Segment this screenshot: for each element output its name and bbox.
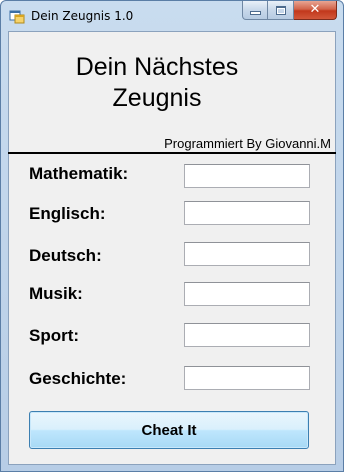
deutsch-label: Deutsch: — [29, 246, 102, 265]
sport-label: Sport: — [29, 326, 80, 345]
minimize-button[interactable] — [242, 1, 268, 20]
header-divider — [8, 152, 336, 154]
window-title: Dein Zeugnis 1.0 — [31, 9, 134, 23]
app-window: Dein Zeugnis 1.0 ✕ Dein Nächstes Zeugnis… — [0, 0, 344, 472]
musik-label: Musik: — [29, 284, 83, 303]
sport-input[interactable] — [184, 323, 310, 347]
englisch-label: Englisch: — [29, 204, 106, 223]
maximize-button[interactable] — [268, 1, 294, 20]
deutsch-input[interactable] — [184, 242, 310, 266]
form-client-area: Dein Nächstes Zeugnis Programmiert By Gi… — [8, 31, 336, 465]
credit-label: Programmiert By Giovanni.M — [164, 136, 331, 151]
page-title: Dein Nächstes Zeugnis — [9, 52, 305, 114]
page-title-line-2: Zeugnis — [112, 84, 202, 112]
englisch-input[interactable] — [184, 201, 310, 225]
mathematik-input[interactable] — [184, 164, 310, 188]
close-button[interactable]: ✕ — [294, 1, 337, 20]
musik-input[interactable] — [184, 282, 310, 306]
caption-buttons: ✕ — [242, 1, 337, 21]
close-icon: ✕ — [309, 2, 321, 17]
geschichte-label: Geschichte: — [29, 369, 127, 388]
title-bar[interactable]: Dein Zeugnis 1.0 ✕ — [1, 1, 343, 31]
geschichte-input[interactable] — [184, 366, 310, 390]
app-icon — [9, 8, 25, 24]
cheat-it-button[interactable]: Cheat It — [29, 411, 309, 449]
mathematik-label: Mathematik: — [29, 164, 129, 183]
page-title-line-1: Dein Nächstes — [75, 53, 239, 81]
